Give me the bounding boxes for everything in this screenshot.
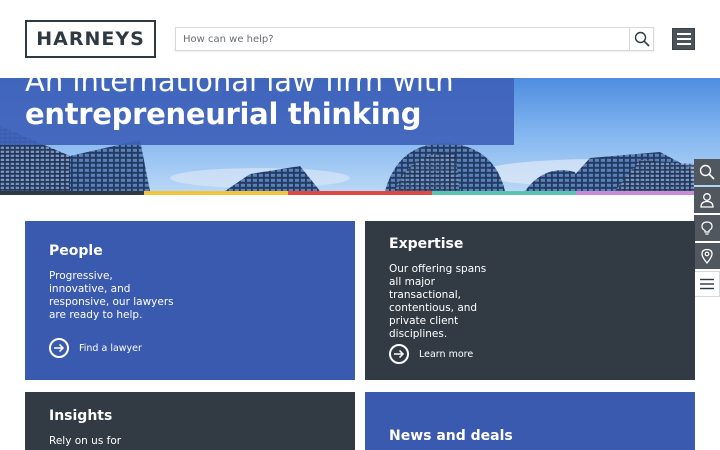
- arrow-right-icon: [49, 338, 69, 358]
- news-card-title: News and deals: [389, 428, 513, 444]
- person-icon: [700, 193, 714, 208]
- menu-icon: [700, 278, 714, 290]
- expertise-card[interactable]: Expertise Our offering spans all major t…: [365, 221, 695, 380]
- search-icon: [634, 31, 650, 47]
- harneys-logo[interactable]: HARNEYS: [25, 20, 156, 58]
- insights-card-title: Insights: [49, 408, 113, 424]
- find-a-lawyer-link[interactable]: Find a lawyer: [49, 338, 142, 358]
- search-bar: [175, 27, 654, 51]
- search-icon: [699, 164, 715, 180]
- logo-text: HARNEYS: [36, 28, 145, 50]
- side-people-button[interactable]: [694, 187, 720, 213]
- hero-headline-line2: entrepreneurial thinking: [25, 97, 422, 131]
- search-input[interactable]: [176, 28, 628, 50]
- location-pin-icon: [701, 248, 713, 264]
- find-a-lawyer-label: Find a lawyer: [79, 342, 142, 354]
- hamburger-menu-icon: [676, 33, 691, 35]
- people-card-title: People: [49, 243, 103, 259]
- lightbulb-icon: [701, 221, 713, 235]
- color-stripe-segment: [288, 191, 432, 195]
- insights-card-text: Rely on us for: [49, 435, 122, 447]
- arrow-right-icon: [389, 344, 409, 364]
- learn-more-label: Learn more: [419, 348, 474, 360]
- side-location-button[interactable]: [694, 243, 720, 269]
- search-button[interactable]: [629, 28, 653, 50]
- side-menu-button[interactable]: [694, 271, 720, 297]
- people-card[interactable]: People Progressive, innovative, and resp…: [25, 221, 355, 380]
- site-header: HARNEYS: [0, 0, 720, 78]
- hero-headline-line1: An international law firm with: [25, 78, 454, 98]
- color-stripe-segment: [144, 191, 288, 195]
- hero-banner: An international law firm with entrepren…: [0, 78, 720, 191]
- side-insights-button[interactable]: [694, 215, 720, 241]
- hero-headline-panel: An international law firm with entrepren…: [0, 78, 514, 145]
- side-search-button[interactable]: [694, 159, 720, 185]
- expertise-card-title: Expertise: [389, 236, 464, 252]
- insights-card[interactable]: Insights Rely on us for: [25, 392, 355, 450]
- color-stripe-segment: [0, 191, 144, 195]
- people-card-text: Progressive, innovative, and responsive,…: [49, 270, 174, 321]
- main-menu-button[interactable]: [672, 28, 695, 50]
- expertise-card-text: Our offering spans all major transaction…: [389, 263, 487, 340]
- learn-more-link[interactable]: Learn more: [389, 344, 473, 364]
- color-stripe-segment: [432, 191, 576, 195]
- news-and-deals-card[interactable]: News and deals: [365, 392, 695, 450]
